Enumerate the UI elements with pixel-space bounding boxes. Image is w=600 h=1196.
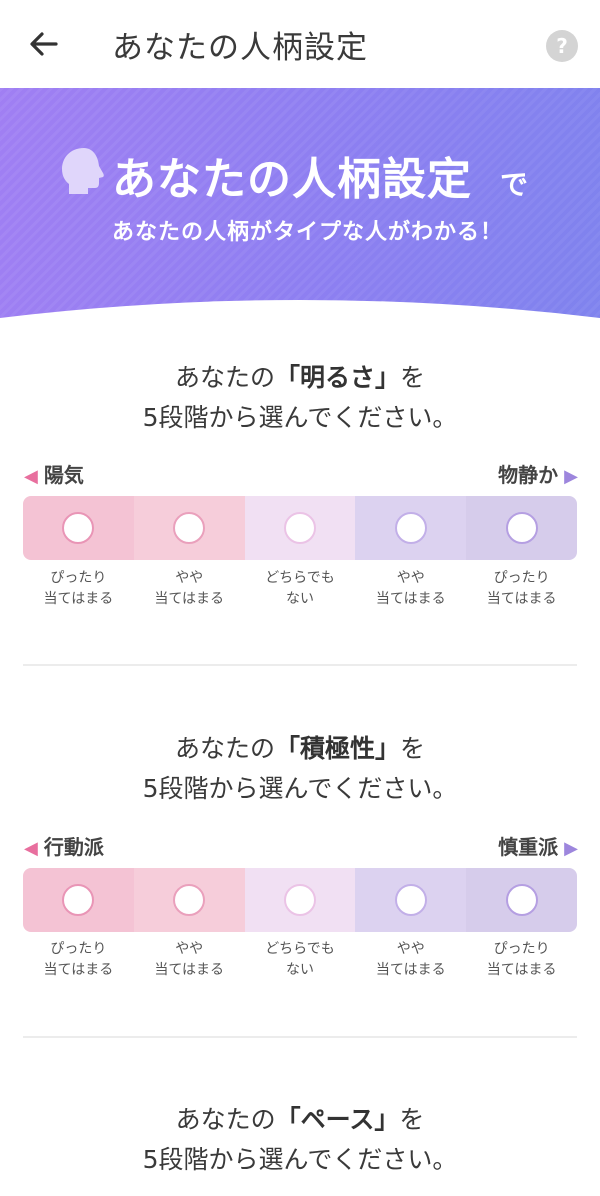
- radio-button[interactable]: [62, 884, 95, 916]
- option-caption: やや 当てはまる: [375, 941, 446, 978]
- radio-button[interactable]: [283, 512, 316, 544]
- rating-option-3[interactable]: [244, 868, 356, 932]
- rating-option-5[interactable]: [466, 496, 577, 560]
- option-caption: ぴったり 当てはまる: [43, 570, 114, 607]
- question-instruction: 5段階から選んでください。: [142, 403, 458, 432]
- rating-option-4[interactable]: [355, 868, 467, 932]
- question-instruction: 5段階から選んでください。: [142, 1145, 458, 1174]
- radio-button[interactable]: [505, 512, 538, 544]
- help-icon[interactable]: ?: [546, 30, 578, 62]
- option-caption: やや 当てはまる: [375, 570, 446, 607]
- trait-name: 「明るさ」: [274, 363, 400, 392]
- rating-captions: ぴったり 当てはまる やや 当てはまる どちらでも ない やや 当てはまる ぴったり 当て…: [23, 568, 577, 610]
- right-triangle-icon: ▶: [564, 838, 578, 859]
- right-triangle-icon: ▶: [564, 466, 578, 487]
- option-caption: どちらでも ない: [265, 570, 335, 607]
- person-head-icon: [62, 148, 104, 194]
- question-title: あなたの「明るさ」を: [174, 363, 426, 392]
- trait-name: 「積極性」: [274, 734, 400, 763]
- left-triangle-icon: ◀: [24, 838, 38, 859]
- option-caption: ぴったり 当てはまる: [486, 941, 557, 978]
- rating-captions: ぴったり 当てはまる やや 当てはまる どちらでも ない やや 当てはまる ぴったり 当て…: [23, 939, 577, 981]
- rating-option-1[interactable]: [23, 868, 134, 932]
- left-triangle-icon: ◀: [24, 466, 38, 487]
- question-title: あなたの「積極性」を: [174, 734, 426, 763]
- radio-button[interactable]: [394, 512, 427, 544]
- option-caption: ぴったり 当てはまる: [486, 570, 557, 607]
- rating-scale: [23, 868, 577, 932]
- question-title: あなたの「ペース」を: [175, 1105, 425, 1134]
- rating-option-3[interactable]: [244, 496, 356, 560]
- hero-banner: あなたの人柄設定 で あなたの人柄がタイプな人がわかる！: [0, 88, 600, 328]
- option-caption: どちらでも ない: [265, 941, 335, 978]
- radio-button[interactable]: [62, 512, 95, 544]
- back-arrow-icon[interactable]: [26, 26, 62, 62]
- rating-option-5[interactable]: [466, 868, 577, 932]
- rating-option-1[interactable]: [23, 496, 134, 560]
- option-caption: ぴったり 当てはまる: [43, 941, 114, 978]
- axis-right-label: 慎重派 ▶: [498, 835, 578, 859]
- question-instruction: 5段階から選んでください。: [142, 774, 458, 803]
- option-caption: やや 当てはまる: [154, 941, 225, 978]
- radio-button[interactable]: [505, 884, 538, 916]
- rating-option-2[interactable]: [133, 868, 245, 932]
- radio-button[interactable]: [283, 884, 316, 916]
- top-bar: あなたの人柄設定 ?: [0, 0, 600, 88]
- rating-scale: [23, 496, 577, 560]
- banner-curve: [0, 300, 600, 328]
- radio-button[interactable]: [173, 884, 206, 916]
- axis-right-label: 物静か ▶: [498, 463, 578, 487]
- radio-button[interactable]: [394, 884, 427, 916]
- option-caption: やや 当てはまる: [154, 570, 225, 607]
- page-title: あなたの人柄設定: [112, 30, 368, 66]
- section-divider: [23, 664, 577, 666]
- rating-option-2[interactable]: [133, 496, 245, 560]
- axis-left-label: ◀ 陽気: [24, 463, 84, 487]
- trait-name: 「ペース」: [275, 1105, 400, 1134]
- banner-subtitle: あなたの人柄がタイプな人がわかる！: [112, 220, 504, 245]
- rating-option-4[interactable]: [355, 496, 467, 560]
- banner-title: あなたの人柄設定: [112, 154, 472, 205]
- section-divider: [23, 1036, 577, 1038]
- banner-title-suffix: で: [500, 168, 529, 201]
- radio-button[interactable]: [173, 512, 206, 544]
- axis-left-label: ◀ 行動派: [24, 835, 104, 859]
